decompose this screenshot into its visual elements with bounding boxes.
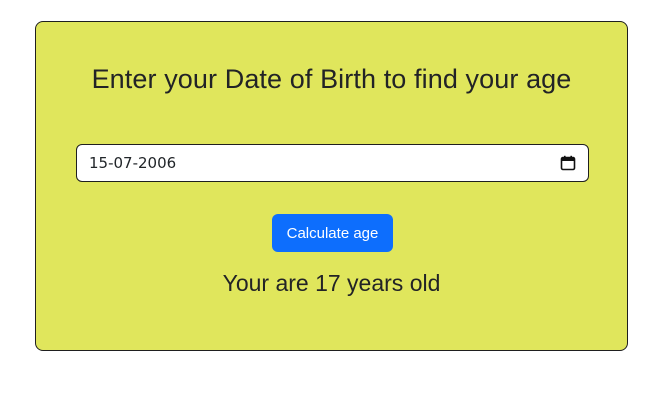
calculate-age-button[interactable]: Calculate age xyxy=(272,214,393,252)
calendar-icon[interactable] xyxy=(560,155,576,171)
page-title: Enter your Date of Birth to find your ag… xyxy=(91,64,572,94)
age-calculator-card: Enter your Date of Birth to find your ag… xyxy=(35,21,628,351)
date-of-birth-input[interactable]: 15-07-2006 xyxy=(76,144,589,182)
age-result: Your are 17 years old xyxy=(222,270,441,296)
date-value[interactable]: 15-07-2006 xyxy=(89,154,560,172)
